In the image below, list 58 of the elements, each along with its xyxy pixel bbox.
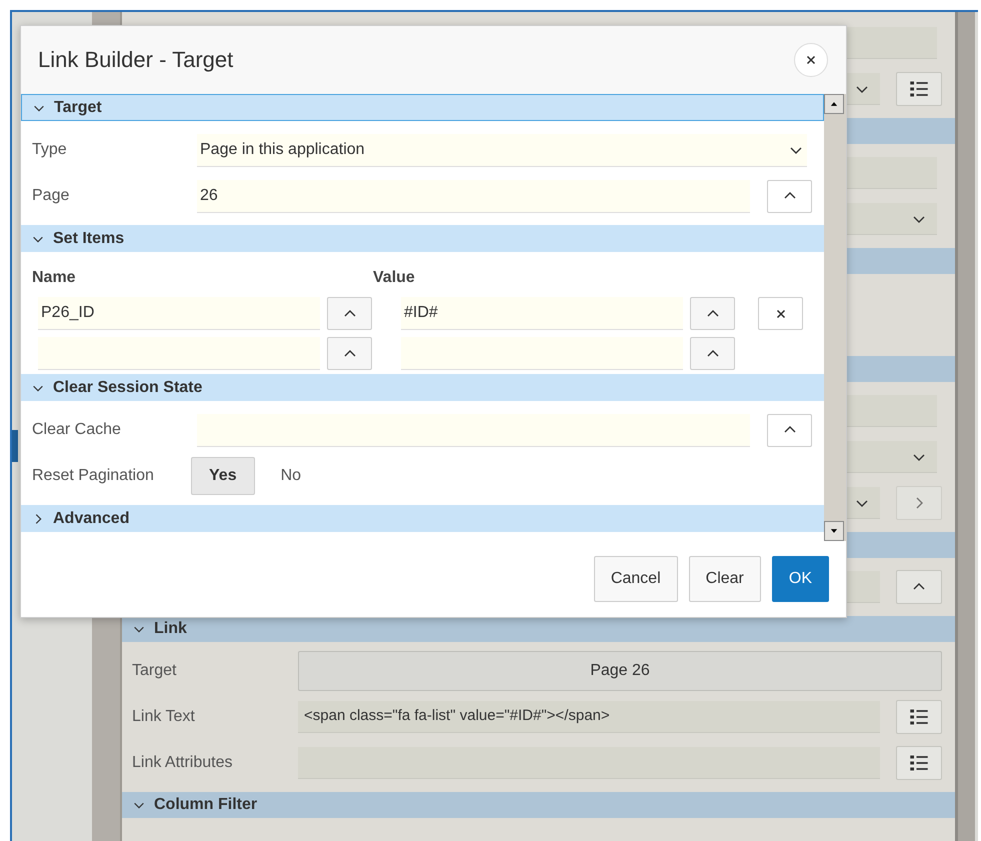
dialog-button[interactable]: Cancel xyxy=(594,556,678,602)
close-icon xyxy=(804,53,818,67)
popup-button[interactable] xyxy=(327,337,372,370)
field-label: Link Text xyxy=(132,707,196,727)
section-title: Advanced xyxy=(53,508,130,528)
popup-button[interactable] xyxy=(690,337,735,370)
input-field[interactable] xyxy=(38,337,320,370)
input-field[interactable] xyxy=(197,414,750,446)
section-header[interactable]: Link xyxy=(122,616,955,642)
column-heading: Value xyxy=(373,268,416,288)
list-icon xyxy=(909,753,929,773)
input-field[interactable]: <span class="fa fa-list" value="#ID#"></span> xyxy=(298,701,880,733)
target-button[interactable]: Page 26 xyxy=(298,651,942,691)
select-value: Page in this application xyxy=(200,140,365,160)
next-button[interactable] xyxy=(896,486,942,520)
field-label: Target xyxy=(132,661,178,681)
toggle-option[interactable]: Yes xyxy=(191,457,255,495)
section-header[interactable]: Set Items xyxy=(21,225,824,252)
input-field[interactable]: 26 xyxy=(197,180,750,212)
dialog-title: Link Builder - Target xyxy=(38,46,234,74)
field-label: Page xyxy=(32,186,70,206)
section-header[interactable]: Clear Session State xyxy=(21,374,824,401)
list-icon xyxy=(909,707,929,727)
popup-button[interactable] xyxy=(327,297,372,330)
input-field[interactable] xyxy=(401,337,683,370)
section-header[interactable]: Column Filter xyxy=(122,792,955,818)
popup-button[interactable] xyxy=(767,414,812,446)
scroll-up-button[interactable] xyxy=(824,94,844,114)
input-field[interactable]: P26_ID xyxy=(38,297,320,330)
selected-tab-marker xyxy=(12,430,18,462)
list-button[interactable] xyxy=(896,72,942,106)
section-header[interactable]: Target xyxy=(21,94,824,121)
popup-button[interactable] xyxy=(690,297,735,330)
ok-button[interactable]: OK xyxy=(772,556,829,602)
list-button[interactable] xyxy=(896,700,942,734)
close-button[interactable] xyxy=(794,43,828,77)
section-title: Clear Session State xyxy=(53,378,202,398)
select-field[interactable]: Page in this application xyxy=(197,134,807,166)
popup-button[interactable] xyxy=(896,570,942,604)
list-icon xyxy=(909,79,929,99)
section-title: Link xyxy=(154,619,187,639)
field-label: Reset Pagination xyxy=(32,466,155,486)
field-label: Link Attributes xyxy=(132,753,234,773)
section-title: Set Items xyxy=(53,228,124,248)
popup-button[interactable] xyxy=(767,180,812,212)
remove-button[interactable] xyxy=(758,297,803,330)
scroll-down-button[interactable] xyxy=(824,521,844,541)
section-title: Target xyxy=(54,98,102,118)
field-label: Type xyxy=(32,140,68,160)
scrollbar[interactable] xyxy=(824,94,846,541)
section-header[interactable]: Advanced xyxy=(21,505,824,532)
section-title: Column Filter xyxy=(154,795,258,815)
input-field[interactable]: #ID# xyxy=(401,297,683,330)
dialog-button[interactable]: Clear xyxy=(688,556,761,602)
column-heading: Name xyxy=(32,268,77,288)
toggle-option[interactable]: No xyxy=(262,457,320,495)
list-button[interactable] xyxy=(896,746,942,780)
field-label: Clear Cache xyxy=(32,420,122,440)
